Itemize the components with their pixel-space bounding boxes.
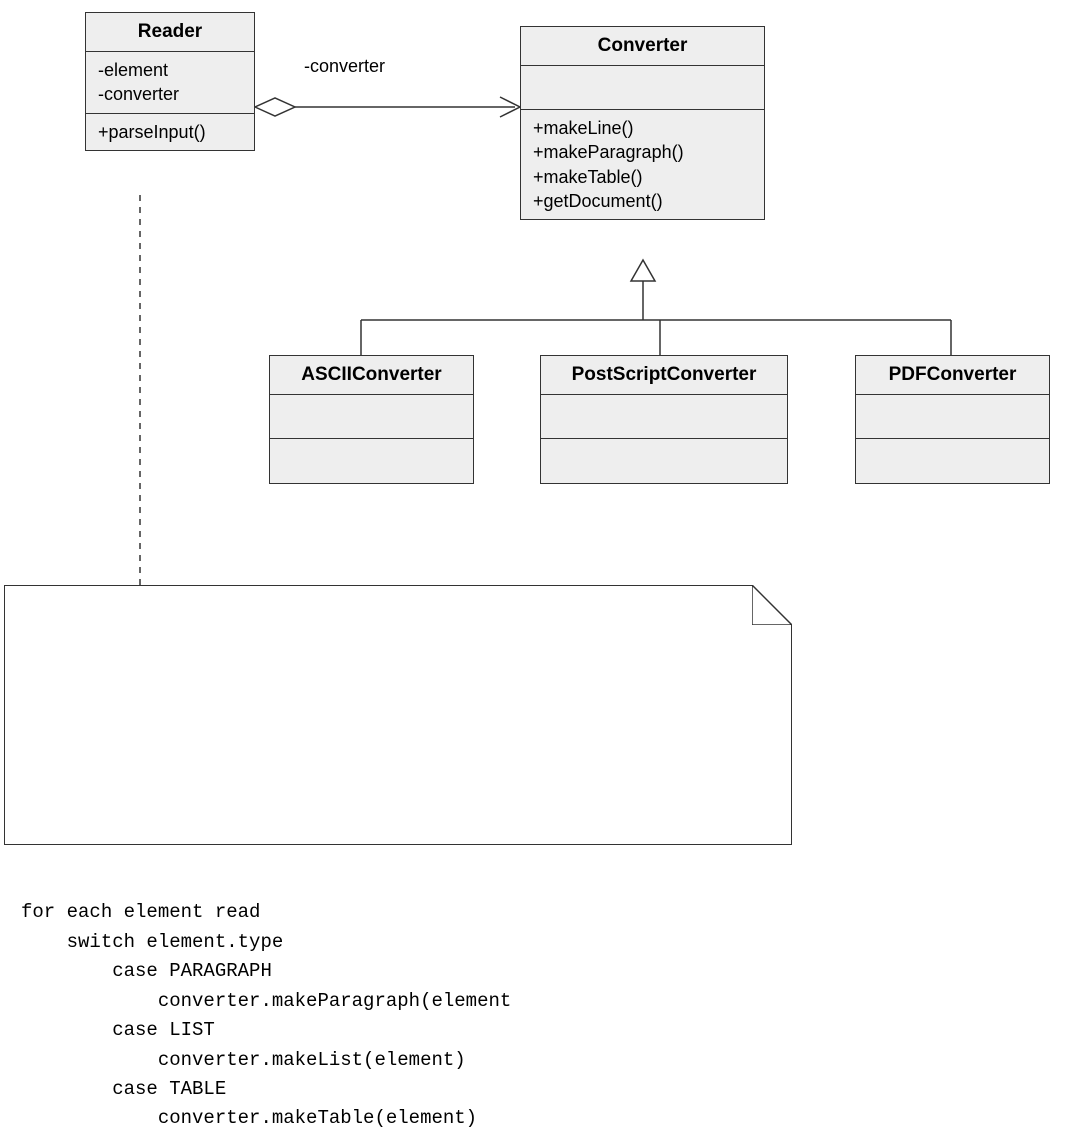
inheritance-triangle: [631, 260, 655, 281]
class-reader-methods: +parseInput(): [86, 114, 254, 150]
attr: -converter: [98, 82, 242, 106]
class-ascii-methods: [270, 439, 473, 483]
method: +parseInput(): [98, 120, 242, 144]
class-ascii-title: ASCIIConverter: [270, 356, 473, 395]
class-pdf-methods: [856, 439, 1049, 483]
aggregation-diamond: [255, 98, 295, 116]
method: +makeTable(): [533, 165, 752, 189]
association-label: -converter: [290, 50, 399, 83]
class-converter-title: Converter: [521, 27, 764, 66]
attr: -element: [98, 58, 242, 82]
class-converter: Converter +makeLine() +makeParagraph() +…: [520, 26, 765, 220]
class-converter-attributes: [521, 66, 764, 110]
class-reader: Reader -element -converter +parseInput(): [85, 12, 255, 151]
class-postscript-title: PostScriptConverter: [541, 356, 787, 395]
method: +makeParagraph(): [533, 140, 752, 164]
class-reader-title: Reader: [86, 13, 254, 52]
class-pdf-attributes: [856, 395, 1049, 439]
association-arrowhead: [500, 97, 520, 117]
class-postscript: PostScriptConverter: [540, 355, 788, 484]
note-fold-icon: [752, 585, 792, 625]
class-reader-attributes: -element -converter: [86, 52, 254, 114]
class-postscript-methods: [541, 439, 787, 483]
class-pdf: PDFConverter: [855, 355, 1050, 484]
class-postscript-attributes: [541, 395, 787, 439]
class-pdf-title: PDFConverter: [856, 356, 1049, 395]
method: +makeLine(): [533, 116, 752, 140]
note-text: for each element read switch element.typ…: [21, 898, 775, 1134]
class-converter-methods: +makeLine() +makeParagraph() +makeTable(…: [521, 110, 764, 219]
class-ascii-attributes: [270, 395, 473, 439]
note-box: for each element read switch element.typ…: [4, 585, 792, 845]
method: +getDocument(): [533, 189, 752, 213]
class-ascii: ASCIIConverter: [269, 355, 474, 484]
